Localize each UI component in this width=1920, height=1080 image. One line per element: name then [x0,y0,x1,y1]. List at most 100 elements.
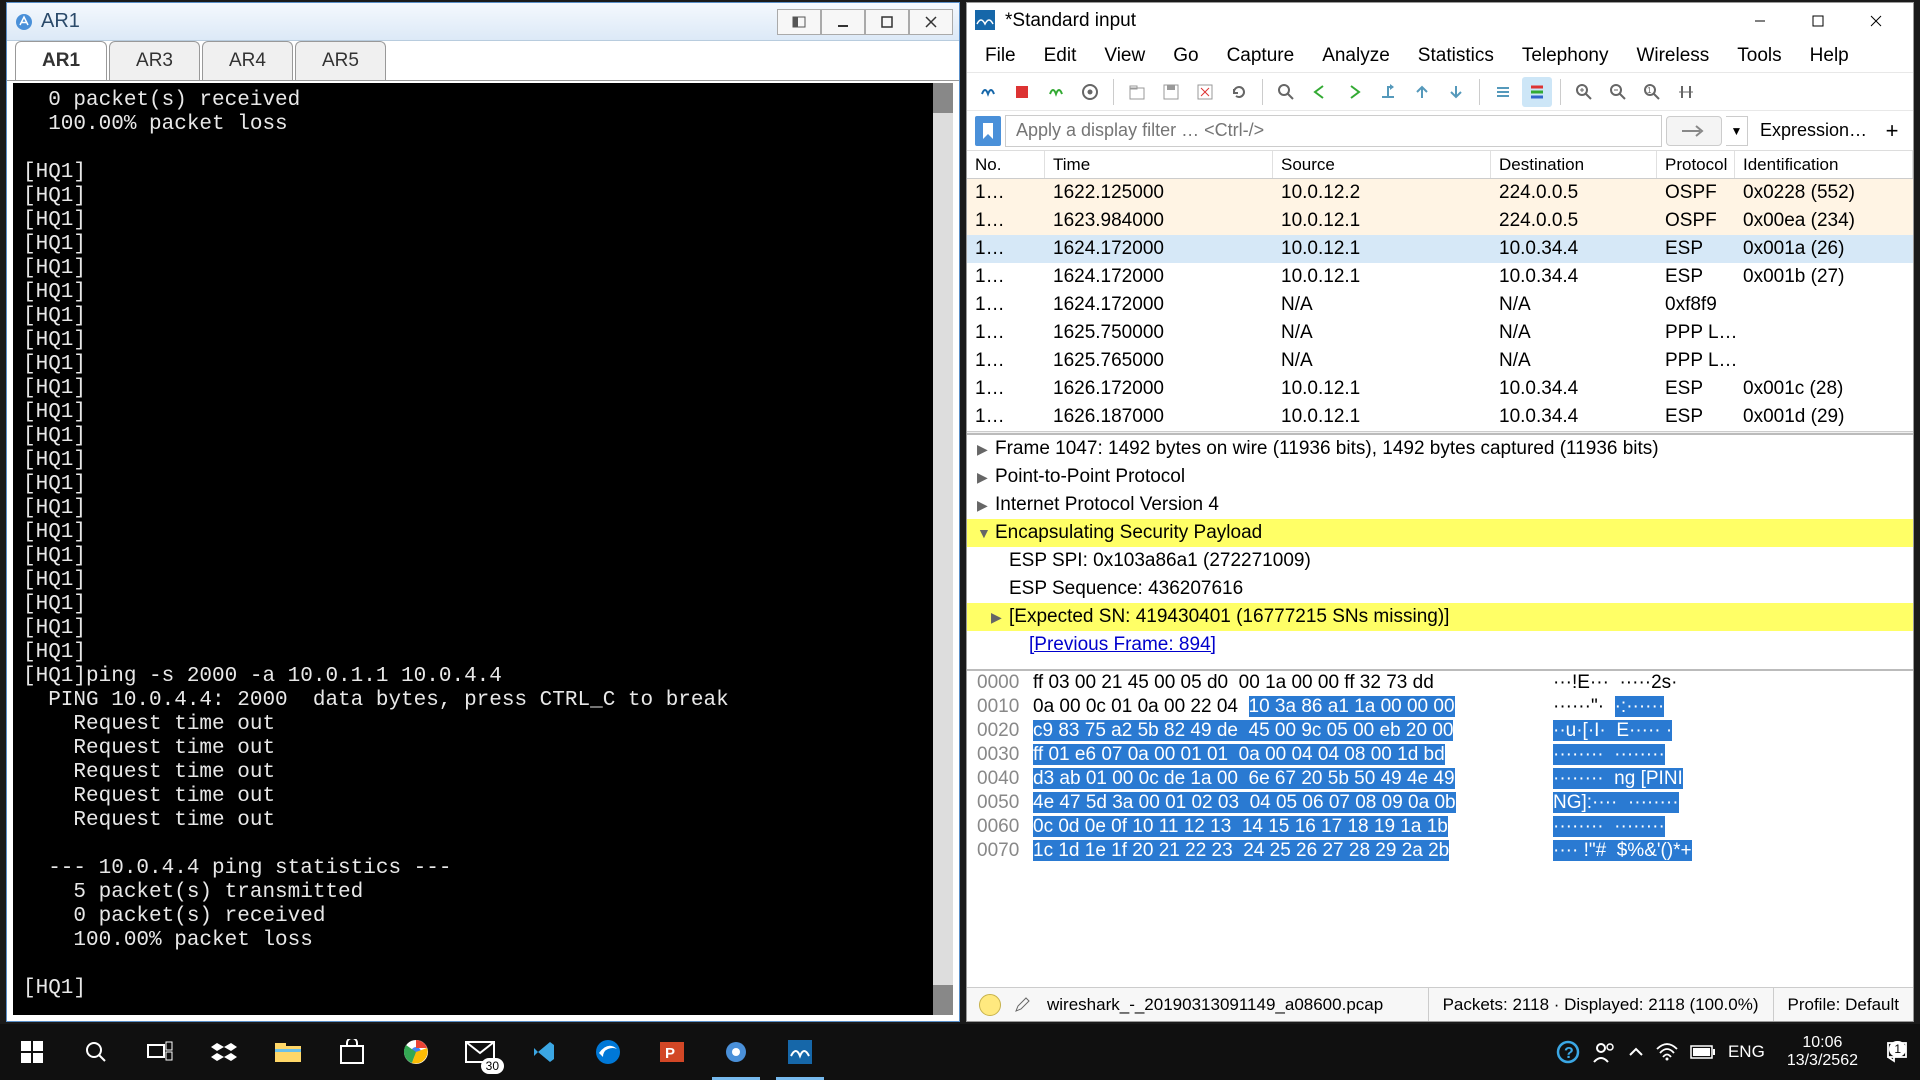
toolbar-zoom-in-icon[interactable] [1569,77,1599,107]
tray-chevron-up-icon[interactable] [1628,1044,1644,1060]
toolbar-start-capture-icon[interactable] [973,77,1003,107]
scroll-left-icon[interactable]: ◀ [969,435,979,436]
col-identification[interactable]: Identification [1735,151,1913,178]
packet-row[interactable]: 1…1625.765000N/AN/APPP L… [967,347,1913,375]
detail-esp-seq[interactable]: ESP Sequence: 436207616 [967,575,1913,603]
menu-wireless[interactable]: Wireless [1624,41,1721,71]
filter-add-button[interactable]: + [1879,118,1905,144]
taskbar-vscode-icon[interactable] [512,1024,576,1080]
toolbar-goto-icon[interactable] [1373,77,1403,107]
toolbar-zoom-reset-icon[interactable]: 1 [1637,77,1667,107]
toolbar-open-icon[interactable] [1122,77,1152,107]
wireshark-minimize-button[interactable] [1731,4,1789,38]
ar-tab-ar1[interactable]: AR1 [15,41,107,80]
menu-telephony[interactable]: Telephony [1510,41,1621,71]
tray-clock[interactable]: 10:06 13/3/2562 [1777,1034,1868,1070]
packet-row[interactable]: 1…1626.17200010.0.12.110.0.34.4ESP0x001c… [967,375,1913,403]
packet-row[interactable]: 1…1625.750000N/AN/APPP L… [967,319,1913,347]
toolbar-restart-capture-icon[interactable] [1041,77,1071,107]
taskbar-mail-icon[interactable]: 30 [448,1024,512,1080]
ar1-pin-button[interactable] [777,9,821,35]
ar1-scroll-up[interactable] [933,83,953,113]
hex-row[interactable]: 00100a 00 0c 01 0a 00 22 04 10 3a 86 a1 … [967,695,1913,719]
scroll-thumb[interactable] [1083,435,1233,436]
start-button[interactable] [0,1024,64,1080]
detail-prev-frame[interactable]: [Previous Frame: 894] [967,631,1913,659]
taskbar-edge-icon[interactable] [576,1024,640,1080]
filter-bookmark-icon[interactable] [975,116,1001,146]
scroll-right-icon[interactable]: ▶ [1901,435,1911,436]
wireshark-maximize-button[interactable] [1789,4,1847,38]
ar1-titlebar[interactable]: AR1 [7,3,959,41]
menu-help[interactable]: Help [1798,41,1861,71]
toolbar-colorize-icon[interactable] [1522,77,1552,107]
display-filter-input[interactable] [1005,115,1662,147]
filter-history-dropdown[interactable]: ▼ [1726,116,1748,146]
toolbar-autoscroll-icon[interactable] [1488,77,1518,107]
menu-tools[interactable]: Tools [1725,41,1793,71]
taskbar-ensp-icon[interactable] [704,1024,768,1080]
ar-tab-ar3[interactable]: AR3 [109,41,200,80]
menu-view[interactable]: View [1092,41,1157,71]
toolbar-zoom-out-icon[interactable] [1603,77,1633,107]
hex-row[interactable]: 0000ff 03 00 21 45 00 05 d0 00 1a 00 00 … [967,671,1913,695]
toolbar-close-file-icon[interactable] [1190,77,1220,107]
packet-row[interactable]: 1…1624.17200010.0.12.110.0.34.4ESP0x001b… [967,263,1913,291]
hex-row[interactable]: 0030ff 01 e6 07 0a 00 01 01 0a 00 04 04 … [967,743,1913,767]
filter-apply-button[interactable] [1666,116,1722,146]
detail-esp-expected[interactable]: ▶[Expected SN: 419430401 (16777215 SNs m… [967,603,1913,631]
tray-language[interactable]: ENG [1728,1042,1765,1062]
ar1-close-button[interactable] [909,9,953,35]
taskbar-dropbox-icon[interactable] [192,1024,256,1080]
tray-people-icon[interactable] [1592,1040,1616,1064]
hex-row[interactable]: 0040d3 ab 01 00 0c de 1a 00 6e 67 20 5b … [967,767,1913,791]
ar-tab-ar4[interactable]: AR4 [202,41,293,80]
tray-wifi-icon[interactable] [1656,1043,1678,1061]
tray-notifications-icon[interactable]: 1 [1880,1041,1914,1063]
menu-analyze[interactable]: Analyze [1310,41,1402,71]
col-source[interactable]: Source [1273,151,1491,178]
toolbar-first-icon[interactable] [1407,77,1437,107]
status-edit-icon[interactable] [1011,994,1033,1016]
taskbar-wireshark-icon[interactable] [768,1024,832,1080]
col-protocol[interactable]: Protocol [1657,151,1735,178]
packet-row[interactable]: 1…1624.17200010.0.12.110.0.34.4ESP0x001a… [967,235,1913,263]
menu-capture[interactable]: Capture [1215,41,1307,71]
hex-row[interactable]: 0020c9 83 75 a2 5b 82 49 de 45 00 9c 05 … [967,719,1913,743]
filter-expression-button[interactable]: Expression… [1752,116,1875,145]
menu-edit[interactable]: Edit [1032,41,1089,71]
toolbar-last-icon[interactable] [1441,77,1471,107]
toolbar-find-icon[interactable] [1271,77,1301,107]
detail-frame[interactable]: ▶Frame 1047: 1492 bytes on wire (11936 b… [967,435,1913,463]
packet-list-hscroll[interactable]: ◀ ▶ [967,431,1913,435]
ar1-maximize-button[interactable] [865,9,909,35]
taskbar-chrome-icon[interactable] [384,1024,448,1080]
taskview-button[interactable] [128,1024,192,1080]
ar-tab-ar5[interactable]: AR5 [295,41,386,80]
toolbar-next-icon[interactable] [1339,77,1369,107]
hex-row[interactable]: 00504e 47 5d 3a 00 01 02 03 04 05 06 07 … [967,791,1913,815]
toolbar-stop-capture-icon[interactable] [1007,77,1037,107]
hex-row[interactable]: 00600c 0d 0e 0f 10 11 12 13 14 15 16 17 … [967,815,1913,839]
hex-row[interactable]: 00701c 1d 1e 1f 20 21 22 23 24 25 26 27 … [967,839,1913,863]
tray-battery-icon[interactable] [1690,1045,1716,1059]
packet-row[interactable]: 1…1623.98400010.0.12.1224.0.0.5OSPF0x00e… [967,207,1913,235]
packet-row[interactable]: 1…1624.172000N/AN/A0xf8f9 [967,291,1913,319]
ar1-scroll-down[interactable] [933,985,953,1015]
taskbar-powerpoint-icon[interactable]: P [640,1024,704,1080]
menu-statistics[interactable]: Statistics [1406,41,1506,71]
packet-bytes-pane[interactable]: 0000ff 03 00 21 45 00 05 d0 00 1a 00 00 … [967,671,1913,987]
detail-ipv4[interactable]: ▶Internet Protocol Version 4 [967,491,1913,519]
col-time[interactable]: Time [1045,151,1273,178]
wireshark-close-button[interactable] [1847,4,1905,38]
taskbar-explorer-icon[interactable] [256,1024,320,1080]
ar1-minimize-button[interactable] [821,9,865,35]
wireshark-titlebar[interactable]: *Standard input [967,3,1913,39]
packet-details-pane[interactable]: ▶Frame 1047: 1492 bytes on wire (11936 b… [967,435,1913,671]
detail-ppp[interactable]: ▶Point-to-Point Protocol [967,463,1913,491]
status-expert-icon[interactable] [979,994,1001,1016]
toolbar-options-icon[interactable] [1075,77,1105,107]
ar1-scrollbar[interactable] [933,83,953,1015]
detail-esp[interactable]: ▼Encapsulating Security Payload [967,519,1913,547]
tray-help-icon[interactable]: ? [1556,1040,1580,1064]
